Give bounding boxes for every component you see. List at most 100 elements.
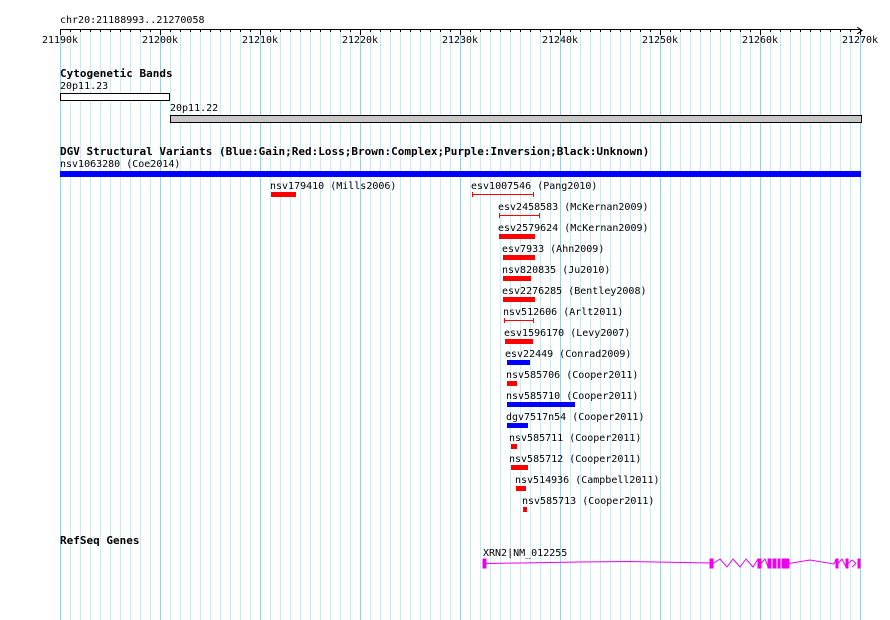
ruler-minor-tick [80,30,81,32]
cytoband-20p11-23[interactable] [60,93,170,101]
variant-label: nsv585712 (Cooper2011) [509,454,642,465]
variant-feature[interactable] [511,444,517,449]
ruler-minor-tick [610,30,611,32]
cytoband-track-title[interactable]: Cytogenetic Bands [60,68,173,80]
position-label: chr20:21188993..21270058 [60,15,205,26]
ruler-minor-tick [810,30,811,32]
variant-feature[interactable] [507,381,517,386]
ruler-minor-tick [650,30,651,32]
variant-label: nsv585711 (Cooper2011) [509,433,642,444]
ruler-minor-tick [190,30,191,32]
ruler-minor-tick [280,30,281,32]
ruler-minor-tick [130,30,131,32]
ruler-minor-tick [100,30,101,32]
cytoband-label: 20p11.23 [60,81,109,92]
variant-label: nsv585710 (Cooper2011) [506,391,639,402]
ruler-minor-tick [200,30,201,32]
ruler-minor-tick [210,30,211,32]
ruler-minor-tick [770,30,771,32]
ruler-minor-tick [850,30,851,32]
ruler-minor-tick [180,30,181,32]
variant-feature[interactable] [503,276,531,281]
ruler-minor-tick [580,30,581,32]
ruler-minor-tick [90,30,91,32]
variant-label: dgv7517n54 (Cooper2011) [506,412,645,423]
variant-label: nsv512606 (Arlt2011) [503,307,624,318]
ruler-minor-tick [470,30,471,32]
variant-feature[interactable] [505,339,533,344]
ruler-minor-tick [340,30,341,32]
variant-feature[interactable] [503,297,535,302]
variant-feature[interactable] [60,171,861,177]
ruler-minor-tick [680,30,681,32]
ruler-minor-tick [420,30,421,32]
ruler-minor-tick [310,30,311,32]
gene-model-xrn2[interactable] [480,556,870,572]
variant-feature[interactable] [503,255,535,260]
ruler-tick-label: 21230k [441,35,479,46]
variant-feature[interactable] [504,318,534,323]
ruler-minor-tick [350,30,351,32]
ruler-minor-tick [70,30,71,32]
ruler-tick-label: 21240k [541,35,579,46]
ruler-tick-label: 21270k [841,35,879,46]
refseq-track-title[interactable]: RefSeq Genes [60,535,139,547]
ruler-minor-tick [670,30,671,32]
ruler-minor-tick [430,30,431,32]
variant-label: esv2458583 (McKernan2009) [498,202,649,213]
variant-feature[interactable] [507,423,528,428]
ruler-minor-tick [220,30,221,32]
variant-feature[interactable] [507,402,575,407]
variant-label: nsv585713 (Cooper2011) [522,496,655,507]
ruler-minor-tick [390,30,391,32]
variant-feature[interactable] [499,213,540,218]
variant-label: esv1596170 (Levy2007) [504,328,631,339]
ruler-minor-tick [600,30,601,32]
variant-label: nsv514936 (Campbell2011) [515,475,660,486]
variant-feature[interactable] [507,360,530,365]
ruler-minor-tick [450,30,451,32]
ruler-minor-tick [270,30,271,32]
ruler-minor-tick [490,30,491,32]
ruler-minor-tick [840,30,841,32]
ruler-minor-tick [740,30,741,32]
ruler-minor-tick [320,30,321,32]
variant-label: esv1007546 (Pang2010) [471,181,598,192]
ruler-minor-tick [520,30,521,32]
variant-label: esv22449 (Conrad2009) [505,349,632,360]
ruler-minor-tick [570,30,571,32]
variant-feature[interactable] [523,507,527,512]
ruler-minor-tick [720,30,721,32]
ruler-minor-tick [730,30,731,32]
ruler-minor-tick [830,30,831,32]
ruler-tick-label: 21260k [741,35,779,46]
variant-feature[interactable] [472,192,534,197]
variant-feature[interactable] [271,192,296,197]
ruler-minor-tick [330,30,331,32]
variant-feature[interactable] [499,234,535,239]
ruler-minor-tick [710,30,711,32]
ruler-tick-label: 21200k [141,35,179,46]
variant-feature[interactable] [516,486,526,491]
ruler-minor-tick [790,30,791,32]
ruler-minor-tick [540,30,541,32]
cytoband-20p11-22[interactable] [170,115,862,123]
ruler-minor-tick [150,30,151,32]
ruler-minor-tick [550,30,551,32]
variant-label: esv7933 (Ahn2009) [502,244,605,255]
cytoband-label: 20p11.22 [170,103,219,114]
variant-label: nsv585706 (Cooper2011) [506,370,639,381]
variant-label: nsv1063280 (Coe2014) [60,159,181,170]
ruler-minor-tick [170,30,171,32]
ruler-minor-tick [820,30,821,32]
ruler-minor-tick [290,30,291,32]
ruler-minor-tick [400,30,401,32]
variant-feature[interactable] [511,465,528,470]
ruler-minor-tick [250,30,251,32]
variant-label: esv2276285 (Bentley2008) [502,286,647,297]
ruler-tick-label: 21190k [41,35,79,46]
ruler-minor-tick [140,30,141,32]
variant-label: nsv820835 (Ju2010) [502,265,611,276]
ruler-minor-tick [630,30,631,32]
dgv-track-title[interactable]: DGV Structural Variants (Blue:Gain;Red:L… [60,146,649,158]
